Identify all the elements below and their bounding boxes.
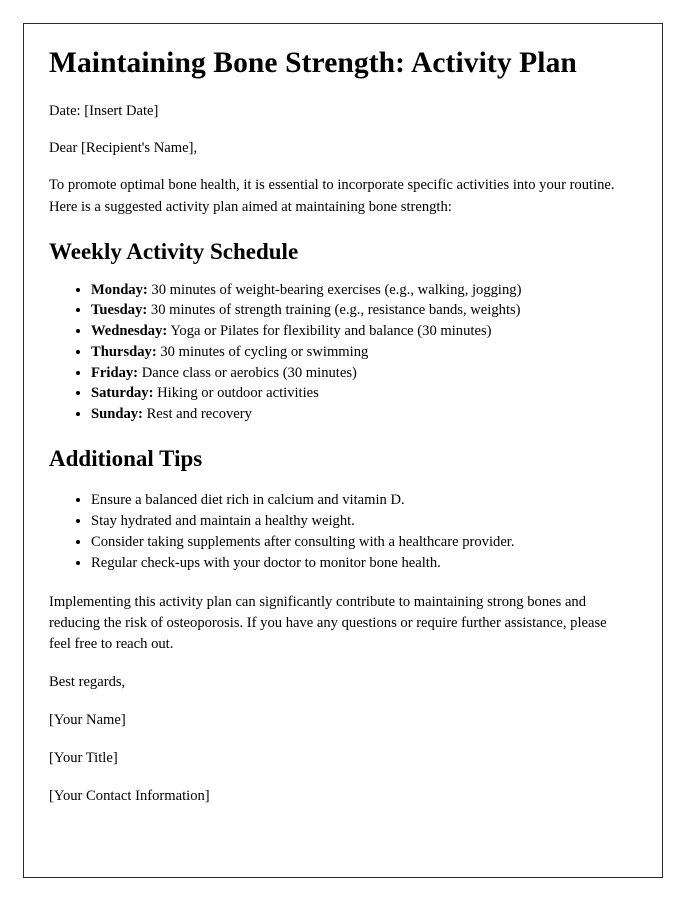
intro-paragraph: To promote optimal bone health, it is es… — [49, 177, 615, 215]
list-item: Wednesday: Yoga or Pilates for flexibili… — [91, 321, 640, 342]
day-label: Saturday: — [91, 385, 154, 402]
page-title: Maintaining Bone Strength: Activity Plan — [49, 47, 577, 79]
signature-contact-placeholder: [Your Contact Information] — [49, 787, 210, 804]
signature-title-placeholder: [Your Title] — [49, 749, 118, 766]
signature-name-placeholder: [Your Name] — [49, 712, 126, 729]
day-activity: Rest and recovery — [146, 406, 252, 423]
closing-paragraph: Implementing this activity plan can sign… — [49, 593, 607, 653]
list-item: Consider taking supplements after consul… — [91, 532, 640, 553]
day-label: Thursday: — [91, 343, 157, 360]
list-item: Stay hydrated and maintain a healthy wei… — [91, 511, 640, 532]
additional-tips-heading: Additional Tips — [49, 445, 203, 471]
list-item: Monday: 30 minutes of weight-bearing exe… — [91, 280, 640, 301]
weekly-schedule-heading: Weekly Activity Schedule — [49, 239, 299, 265]
list-item: Friday: Dance class or aerobics (30 minu… — [91, 363, 640, 384]
weekly-schedule-list: Monday: 30 minutes of weight-bearing exe… — [49, 280, 640, 425]
list-item: Thursday: 30 minutes of cycling or swimm… — [91, 342, 640, 363]
day-activity: 30 minutes of strength training (e.g., r… — [150, 302, 521, 319]
day-activity: 30 minutes of cycling or swimming — [160, 343, 369, 360]
day-label: Wednesday: — [91, 323, 168, 340]
day-label: Tuesday: — [91, 302, 148, 319]
day-activity: 30 minutes of weight-bearing exercises (… — [151, 281, 522, 298]
sign-off-line: Best regards, — [49, 674, 126, 691]
list-item: Saturday: Hiking or outdoor activities — [91, 383, 640, 404]
list-item: Ensure a balanced diet rich in calcium a… — [91, 490, 640, 511]
document-page-frame: Maintaining Bone Strength: Activity Plan… — [23, 23, 663, 878]
list-item: Regular check-ups with your doctor to mo… — [91, 553, 640, 574]
document-body: Maintaining Bone Strength: Activity Plan… — [49, 47, 640, 823]
salutation-line: Dear [Recipient's Name], — [49, 140, 198, 157]
day-activity: Yoga or Pilates for flexibility and bala… — [170, 323, 492, 340]
day-activity: Dance class or aerobics (30 minutes) — [141, 364, 357, 381]
day-label: Friday: — [91, 364, 139, 381]
additional-tips-list: Ensure a balanced diet rich in calcium a… — [49, 490, 640, 573]
list-item: Sunday: Rest and recovery — [91, 404, 640, 425]
day-label: Sunday: — [91, 406, 143, 423]
day-activity: Hiking or outdoor activities — [157, 385, 319, 402]
list-item: Tuesday: 30 minutes of strength training… — [91, 300, 640, 321]
date-line: Date: [Insert Date] — [49, 103, 159, 120]
day-label: Monday: — [91, 281, 148, 298]
